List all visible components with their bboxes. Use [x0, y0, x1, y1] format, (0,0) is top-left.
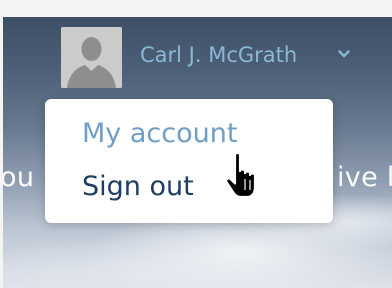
user-placeholder-icon	[61, 27, 122, 88]
menu-item-my-account[interactable]: My account	[82, 118, 237, 149]
menu-item-sign-out[interactable]: Sign out	[82, 171, 194, 202]
hero-text-fragment-left: ou	[3, 162, 35, 193]
hero-text-fragment-right: ive l	[337, 162, 392, 193]
chevron-down-icon[interactable]	[337, 47, 351, 61]
user-avatar[interactable]	[61, 27, 122, 88]
hero-background: ou ive l Carl J. McGrath My account Sign…	[3, 17, 392, 288]
user-name-toggle[interactable]: Carl J. McGrath	[140, 43, 297, 67]
screenshot-frame: ou ive l Carl J. McGrath My account Sign…	[0, 0, 392, 288]
account-dropdown-menu: My account Sign out	[45, 99, 333, 223]
